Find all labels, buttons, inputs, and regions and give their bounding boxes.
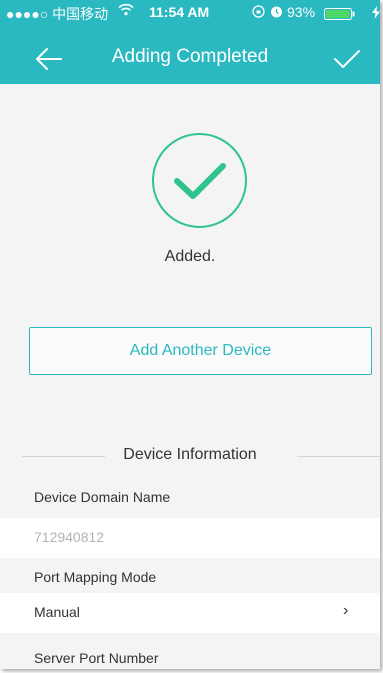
page-title: Adding Completed: [111, 46, 269, 67]
result-message: Added.: [164, 248, 216, 265]
alarm-icon: [270, 5, 283, 21]
domain-field[interactable]: 712940812: [0, 518, 380, 558]
divider-right: [297, 456, 380, 457]
app-frame: ●●●●○ 中国移动 11:54 AM 93% Adding Completed…: [0, 0, 380, 669]
port-mode-value: Manual: [34, 604, 80, 620]
header: ●●●●○ 中国移动 11:54 AM 93% Adding Completed: [0, 0, 380, 84]
status-bar: ●●●●○ 中国移动 11:54 AM 93%: [0, 0, 380, 24]
checkmark-icon: [334, 50, 360, 68]
nav-bar: Adding Completed: [0, 36, 380, 84]
chevron-right-icon: ›: [343, 602, 349, 619]
battery-icon: [324, 7, 356, 23]
lock-rotation-icon: [252, 5, 265, 21]
charging-icon: [372, 6, 380, 22]
domain-label: Device Domain Name: [34, 489, 171, 505]
server-port-label: Server Port Number: [34, 650, 159, 666]
confirm-button[interactable]: [332, 46, 362, 72]
port-mode-select[interactable]: Manual ›: [0, 593, 380, 633]
battery-percent: 93%: [287, 4, 316, 20]
clock-time: 11:54 AM: [149, 4, 210, 20]
success-status: [152, 133, 247, 228]
port-mode-label: Port Mapping Mode: [34, 569, 157, 585]
wifi-icon: [118, 3, 134, 19]
success-check-icon: [173, 162, 226, 199]
section-title: Device Information: [123, 446, 257, 463]
domain-value: 712940812: [34, 529, 105, 545]
carrier-label: ●●●●○ 中国移动: [6, 6, 109, 22]
add-another-device-button[interactable]: Add Another Device: [29, 327, 372, 375]
